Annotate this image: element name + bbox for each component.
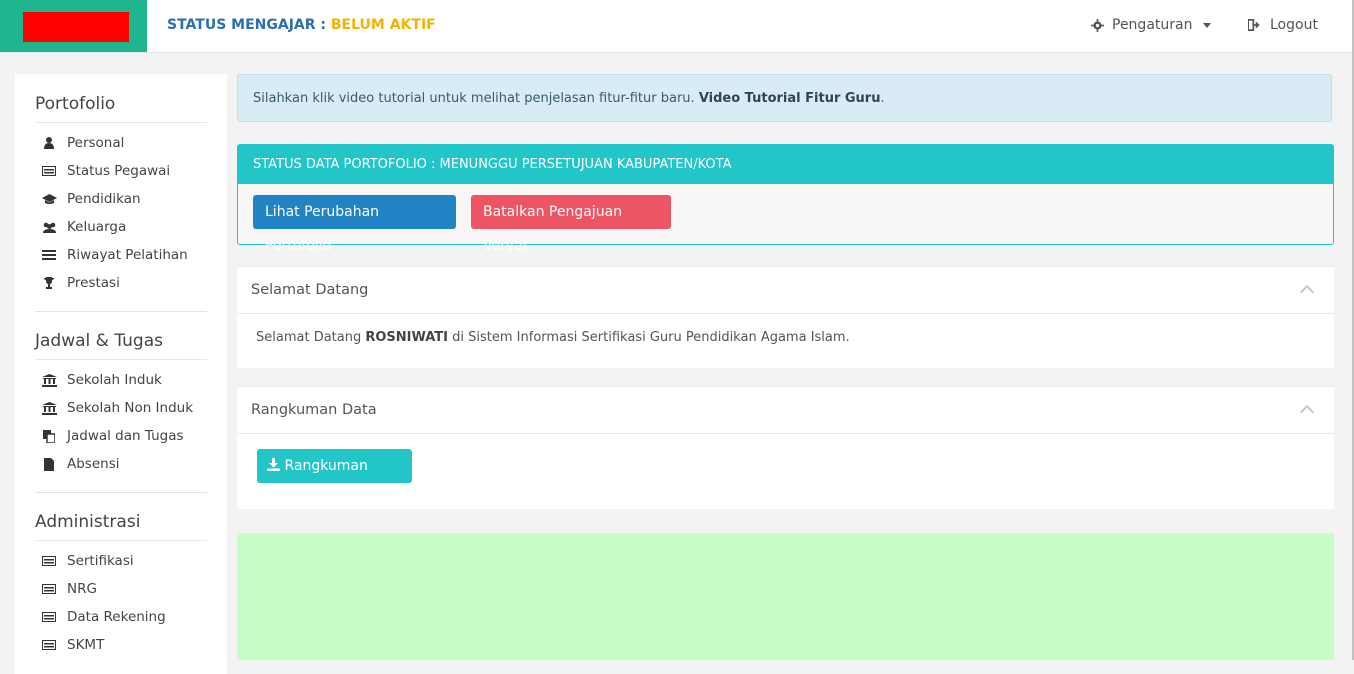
summary-panel: Rangkuman Data Rangkuman Data bbox=[237, 386, 1334, 509]
sidebar: Portofolio Personal Status Pegawai Pendi… bbox=[15, 74, 227, 674]
portfolio-status-panel: STATUS DATA PORTOFOLIO : MENUNGGU PERSET… bbox=[237, 144, 1334, 254]
sign-out-icon bbox=[1248, 19, 1260, 31]
institution-icon bbox=[41, 373, 57, 387]
welcome-panel-header: Selamat Datang bbox=[237, 267, 1334, 314]
sidebar-divider bbox=[35, 311, 207, 312]
copy-icon bbox=[41, 429, 57, 443]
sidebar-item-label: Prestasi bbox=[67, 275, 120, 291]
file-icon bbox=[41, 457, 57, 471]
brand-area bbox=[0, 0, 147, 52]
sidebar-item-label: Absensi bbox=[67, 456, 120, 472]
list-icon bbox=[41, 248, 57, 262]
sidebar-section-jadwal: Jadwal & Tugas Sekolah Induk Sekolah Non… bbox=[35, 331, 207, 478]
welcome-panel: Selamat Datang Selamat Datang ROSNIWATI … bbox=[237, 266, 1334, 368]
user-icon bbox=[41, 136, 57, 150]
id-card-icon bbox=[41, 582, 57, 596]
highlight-panel bbox=[237, 533, 1334, 660]
sidebar-item-jadwal-dan-tugas[interactable]: Jadwal dan Tugas bbox=[35, 422, 207, 450]
sidebar-section-title: Administrasi bbox=[35, 512, 207, 541]
sidebar-item-sekolah-induk[interactable]: Sekolah Induk bbox=[35, 366, 207, 394]
video-tutorial-link[interactable]: Video Tutorial Fitur Guru bbox=[699, 91, 881, 106]
status-value: BELUM AKTIF bbox=[330, 17, 436, 33]
sidebar-divider bbox=[35, 492, 207, 493]
graduation-cap-icon bbox=[41, 192, 57, 206]
alert-text: Silahkan klik video tutorial untuk melih… bbox=[253, 91, 699, 106]
gear-icon bbox=[1091, 18, 1104, 32]
caret-down-icon bbox=[1203, 22, 1212, 28]
institution-icon bbox=[41, 401, 57, 415]
logo[interactable] bbox=[23, 12, 129, 42]
sidebar-item-sekolah-non-induk[interactable]: Sekolah Non Induk bbox=[35, 394, 207, 422]
cancel-verval-button[interactable]: Batalkan Pengajuan Verval bbox=[471, 195, 671, 254]
collapse-chevron-icon[interactable] bbox=[1299, 284, 1315, 300]
alert-suffix: . bbox=[880, 91, 885, 106]
logout-label: Logout bbox=[1270, 17, 1318, 33]
sidebar-item-status-pegawai[interactable]: Status Pegawai bbox=[35, 157, 207, 185]
sidebar-item-nrg[interactable]: NRG bbox=[35, 575, 207, 603]
settings-menu[interactable]: Pengaturan bbox=[1091, 17, 1212, 33]
sidebar-item-label: Data Rekening bbox=[67, 609, 166, 625]
sidebar-item-pendidikan[interactable]: Pendidikan bbox=[35, 185, 207, 213]
sidebar-item-keluarga[interactable]: Keluarga bbox=[35, 213, 207, 241]
summary-panel-title: Rangkuman Data bbox=[251, 402, 377, 418]
sidebar-item-skmt[interactable]: SKMT bbox=[35, 631, 207, 659]
sidebar-section-title: Portofolio bbox=[35, 94, 207, 123]
id-card-icon bbox=[41, 554, 57, 568]
view-portfolio-changes-button[interactable]: Lihat Perubahan Portofolio bbox=[253, 195, 456, 254]
welcome-panel-title: Selamat Datang bbox=[251, 282, 369, 298]
welcome-suffix: di Sistem Informasi Sertifikasi Guru Pen… bbox=[448, 330, 850, 345]
sidebar-item-label: Pendidikan bbox=[67, 191, 141, 207]
sidebar-section-portofolio: Portofolio Personal Status Pegawai Pendi… bbox=[35, 94, 207, 297]
data-summary-button[interactable]: Rangkuman Data bbox=[257, 449, 412, 508]
sidebar-item-personal[interactable]: Personal bbox=[35, 129, 207, 157]
data-summary-button-label: Rangkuman Data bbox=[267, 458, 368, 508]
welcome-prefix: Selamat Datang bbox=[256, 330, 366, 345]
sidebar-item-label: Keluarga bbox=[67, 219, 127, 235]
collapse-chevron-icon[interactable] bbox=[1299, 404, 1315, 420]
status-label: STATUS MENGAJAR : bbox=[167, 17, 327, 33]
top-navbar: STATUS MENGAJAR : BELUM AKTIF Pengaturan… bbox=[0, 0, 1352, 53]
portfolio-status-heading: STATUS DATA PORTOFOLIO : MENUNGGU PERSET… bbox=[238, 145, 1333, 184]
id-card-icon bbox=[41, 610, 57, 624]
users-icon bbox=[41, 220, 57, 234]
sidebar-item-label: Sertifikasi bbox=[67, 553, 134, 569]
sidebar-item-prestasi[interactable]: Prestasi bbox=[35, 269, 207, 297]
sidebar-item-data-rekening[interactable]: Data Rekening bbox=[35, 603, 207, 631]
sidebar-item-label: Jadwal dan Tugas bbox=[67, 428, 184, 444]
sidebar-section-title: Jadwal & Tugas bbox=[35, 331, 207, 360]
welcome-message: Selamat Datang ROSNIWATI di Sistem Infor… bbox=[237, 314, 1334, 361]
trophy-icon bbox=[41, 276, 57, 290]
sidebar-item-absensi[interactable]: Absensi bbox=[35, 450, 207, 478]
user-name: ROSNIWATI bbox=[365, 330, 449, 345]
teaching-status: STATUS MENGAJAR : BELUM AKTIF bbox=[167, 17, 436, 33]
sidebar-item-label: NRG bbox=[67, 581, 97, 597]
settings-label: Pengaturan bbox=[1112, 17, 1193, 33]
sidebar-item-label: Sekolah Induk bbox=[67, 372, 162, 388]
sidebar-item-label: SKMT bbox=[67, 637, 105, 653]
sidebar-item-sertifikasi[interactable]: Sertifikasi bbox=[35, 547, 207, 575]
tutorial-info-alert: Silahkan klik video tutorial untuk melih… bbox=[237, 74, 1332, 122]
sidebar-item-label: Personal bbox=[67, 135, 125, 151]
id-card-icon bbox=[41, 164, 57, 178]
logout-button[interactable]: Logout bbox=[1248, 17, 1318, 33]
sidebar-item-riwayat-pelatihan[interactable]: Riwayat Pelatihan bbox=[35, 241, 207, 269]
sidebar-item-label: Status Pegawai bbox=[67, 163, 171, 179]
sidebar-item-label: Riwayat Pelatihan bbox=[67, 247, 188, 263]
summary-panel-header: Rangkuman Data bbox=[237, 387, 1334, 434]
sidebar-item-label: Sekolah Non Induk bbox=[67, 400, 194, 416]
id-card-icon bbox=[41, 638, 57, 652]
download-icon bbox=[267, 458, 280, 471]
sidebar-section-administrasi: Administrasi Sertifikasi NRG Data Rekeni… bbox=[35, 512, 207, 659]
